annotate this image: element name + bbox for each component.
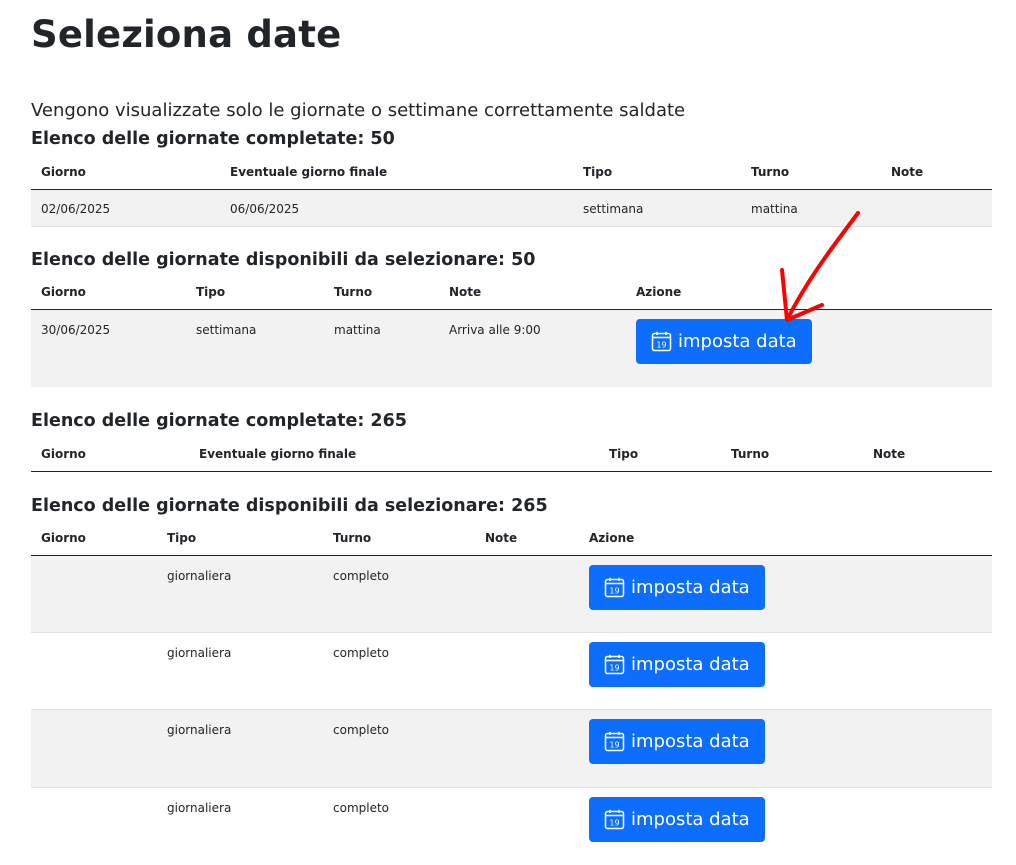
col-giorno: Giorno <box>31 436 189 472</box>
cell-turno: completo <box>323 632 475 710</box>
cell-turno: mattina <box>324 309 439 387</box>
cell-tipo: giornaliera <box>167 801 232 815</box>
col-giorno: Giorno <box>31 154 220 190</box>
table-row: giornaliera completo 19 imposta data <box>31 632 992 710</box>
col-note: Note <box>881 154 992 190</box>
cell-note <box>475 555 579 633</box>
cell-turno: completo <box>323 709 475 788</box>
svg-text:19: 19 <box>609 819 619 828</box>
imposta-data-label: imposta data <box>631 809 750 830</box>
col-turno: Turno <box>741 154 881 190</box>
imposta-data-label: imposta data <box>631 654 750 675</box>
cell-giorno: 30/06/2025 <box>31 309 186 387</box>
calendar-icon: 19 <box>604 731 625 752</box>
imposta-data-button[interactable]: 19 imposta data <box>589 797 765 842</box>
imposta-data-label: imposta data <box>631 731 750 752</box>
col-giorno: Giorno <box>31 274 186 310</box>
svg-text:19: 19 <box>609 741 619 750</box>
cell-giorno <box>31 709 157 788</box>
col-turno: Turno <box>323 520 475 556</box>
imposta-data-button[interactable]: 19 imposta data <box>589 719 765 764</box>
svg-text:19: 19 <box>609 664 619 673</box>
available-days-table-2: Giorno Tipo Turno Note Azione giornalier… <box>31 520 992 865</box>
col-azione: Azione <box>579 520 992 556</box>
col-tipo: Tipo <box>573 154 741 190</box>
calendar-icon: 19 <box>651 331 672 352</box>
calendar-icon: 19 <box>604 577 625 598</box>
svg-text:19: 19 <box>609 587 619 596</box>
completed-days-table-2: Giorno Eventuale giorno finale Tipo Turn… <box>31 436 992 472</box>
col-azione: Azione <box>626 274 992 310</box>
imposta-data-button[interactable]: 19 imposta data <box>636 319 812 364</box>
cell-azione: 19 imposta data <box>579 709 992 788</box>
svg-text:19: 19 <box>656 341 666 350</box>
cell-note <box>475 788 579 865</box>
col-tipo: Tipo <box>186 274 324 310</box>
imposta-data-button[interactable]: 19 imposta data <box>589 565 765 610</box>
col-note: Note <box>439 274 626 310</box>
available-days-title-2: Elenco delle giornate disponibili da sel… <box>31 496 548 516</box>
col-giorno: Giorno <box>31 520 157 556</box>
col-turno: Turno <box>324 274 439 310</box>
cell-note <box>881 189 992 227</box>
col-tipo: Tipo <box>157 520 323 556</box>
completed-days-table-1: Giorno Eventuale giorno finale Tipo Turn… <box>31 154 992 227</box>
cell-note: Arriva alle 9:00 <box>439 309 626 387</box>
calendar-icon: 19 <box>604 654 625 675</box>
cell-azione: 19 imposta data <box>579 788 992 865</box>
cell-note <box>475 709 579 788</box>
cell-giorno <box>31 788 157 865</box>
imposta-data-label: imposta data <box>678 331 797 352</box>
table-row: 30/06/2025 settimana mattina Arriva alle… <box>31 309 992 387</box>
cell-turno: mattina <box>741 189 881 227</box>
table-row: giornaliera completo 19 imposta data <box>31 788 992 865</box>
available-days-title-1: Elenco delle giornate disponibili da sel… <box>31 250 536 270</box>
cell-tipo: settimana <box>186 309 324 387</box>
page-title: Seleziona date <box>31 13 342 56</box>
cell-giorno: 02/06/2025 <box>31 189 220 227</box>
cell-giorno-finale: 06/06/2025 <box>220 189 573 227</box>
imposta-data-button[interactable]: 19 imposta data <box>589 642 765 687</box>
cell-azione: 19 imposta data <box>579 555 992 633</box>
cell-tipo: giornaliera <box>157 555 323 633</box>
col-turno: Turno <box>721 436 863 472</box>
cell-turno: completo <box>323 555 475 633</box>
table-row: giornaliera completo 19 imposta data <box>31 709 992 788</box>
imposta-data-label: imposta data <box>631 577 750 598</box>
col-note: Note <box>475 520 579 556</box>
cell-tipo: giornaliera <box>157 709 323 788</box>
cell-azione: 19 imposta data <box>579 632 992 710</box>
table-row: giornaliera completo 19 imposta data <box>31 555 992 633</box>
cell-turno: completo <box>333 801 390 815</box>
table-row: 02/06/2025 06/06/2025 settimana mattina <box>31 189 992 227</box>
col-note: Note <box>863 436 992 472</box>
calendar-icon: 19 <box>604 809 625 830</box>
completed-days-title-2: Elenco delle giornate completate: 265 <box>31 411 407 431</box>
cell-giorno <box>31 555 157 633</box>
cell-giorno <box>31 632 157 710</box>
col-tipo: Tipo <box>599 436 721 472</box>
intro-text: Vengono visualizzate solo le giornate o … <box>31 100 686 121</box>
completed-days-title-1: Elenco delle giornate completate: 50 <box>31 129 395 149</box>
col-giorno-finale: Eventuale giorno finale <box>220 154 573 190</box>
cell-azione: 19 imposta data <box>626 309 992 387</box>
available-days-table-1: Giorno Tipo Turno Note Azione 30/06/2025… <box>31 274 992 387</box>
col-giorno-finale: Eventuale giorno finale <box>189 436 599 472</box>
cell-tipo: giornaliera <box>157 632 323 710</box>
cell-note <box>475 632 579 710</box>
cell-tipo: settimana <box>573 189 741 227</box>
